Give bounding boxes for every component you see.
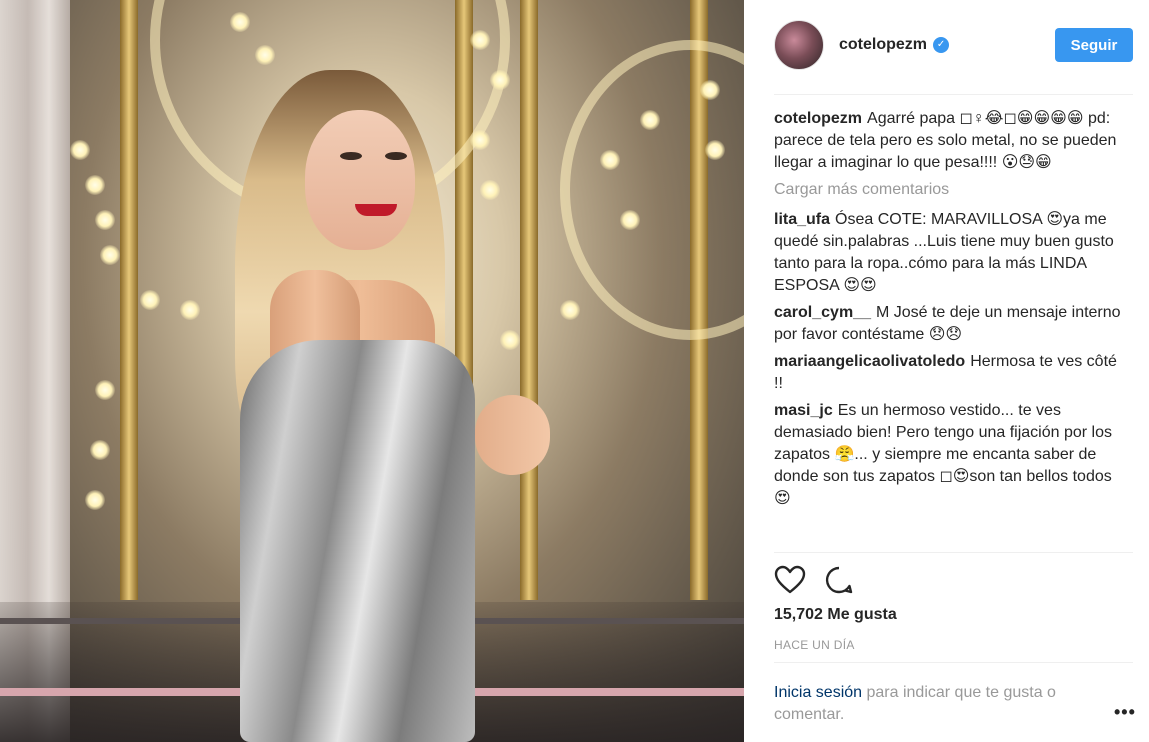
- divider: [774, 552, 1133, 553]
- light-bulb: [500, 330, 520, 350]
- light-bulb: [95, 380, 115, 400]
- light-bulb: [180, 300, 200, 320]
- comment-item: lita_ufa Ósea COTE: MARAVILLOSA 😍ya me qu…: [774, 209, 1124, 297]
- light-bulb: [620, 210, 640, 230]
- red-lips: [355, 204, 397, 216]
- more-options-icon[interactable]: •••: [1114, 702, 1136, 723]
- light-bulb: [95, 210, 115, 230]
- light-bulb: [640, 110, 660, 130]
- light-bulb: [560, 300, 580, 320]
- post-caption: cotelopezm Agarré papa ◻♀😂◻😁😁😁😁 pd: parec…: [774, 108, 1124, 174]
- light-bulb: [70, 140, 90, 160]
- carousel-pillar: [120, 0, 138, 600]
- heart-icon[interactable]: [774, 565, 806, 595]
- comment-item: masi_jc Es un hermoso vestido... te ves d…: [774, 400, 1124, 510]
- light-bulb: [140, 290, 160, 310]
- light-bulb: [490, 70, 510, 90]
- login-prompt: Inicia sesión para indicar que te gusta …: [774, 682, 1104, 726]
- eye: [340, 152, 362, 160]
- post-timestamp[interactable]: HACE UN DÍA: [774, 638, 855, 652]
- verified-badge-icon: ✓: [933, 37, 950, 53]
- follow-button[interactable]: Seguir: [1055, 28, 1133, 62]
- eye: [385, 152, 407, 160]
- login-link[interactable]: Inicia sesión: [774, 684, 862, 701]
- light-bulb: [470, 30, 490, 50]
- light-bulb: [85, 490, 105, 510]
- post-actions: [774, 565, 872, 595]
- comment-username[interactable]: mariaangelicaolivatoledo: [774, 353, 965, 370]
- divider: [774, 662, 1133, 663]
- avatar[interactable]: [774, 20, 824, 70]
- comment-username[interactable]: masi_jc: [774, 402, 833, 419]
- caption-username[interactable]: cotelopezm: [774, 110, 862, 127]
- comment-icon[interactable]: [824, 565, 854, 595]
- load-more-comments-button[interactable]: Cargar más comentarios: [774, 179, 1124, 201]
- light-bulb: [480, 180, 500, 200]
- comment-username[interactable]: lita_ufa: [774, 211, 830, 228]
- light-bulb: [600, 150, 620, 170]
- likes-count[interactable]: 15,702 Me gusta: [774, 606, 897, 624]
- light-bulb: [85, 175, 105, 195]
- light-bulb: [255, 45, 275, 65]
- comments-list: cotelopezm Agarré papa ◻♀😂◻😁😁😁😁 pd: parec…: [774, 108, 1124, 515]
- author-username[interactable]: cotelopezm: [839, 36, 927, 54]
- comment-item: mariaangelicaolivatoledo Hermosa te ves c…: [774, 351, 1124, 395]
- light-bulb: [700, 80, 720, 100]
- post-header: cotelopezm ✓ Seguir: [774, 17, 1133, 73]
- woman-hand: [475, 395, 550, 475]
- woman-face: [305, 110, 415, 250]
- comment-item: carol_cym__ M José te deje un mensaje int…: [774, 302, 1124, 346]
- silver-dress: [240, 340, 475, 742]
- carousel-pillar: [520, 0, 538, 600]
- divider: [774, 94, 1133, 95]
- light-bulb: [100, 245, 120, 265]
- post-details-panel: cotelopezm ✓ Seguir cotelopezm Agarré pap…: [744, 0, 1149, 742]
- light-bulb: [705, 140, 725, 160]
- light-bulb: [90, 440, 110, 460]
- post-photo[interactable]: [0, 0, 744, 742]
- comment-username[interactable]: carol_cym__: [774, 304, 871, 321]
- light-bulb: [230, 12, 250, 32]
- light-bulb: [470, 130, 490, 150]
